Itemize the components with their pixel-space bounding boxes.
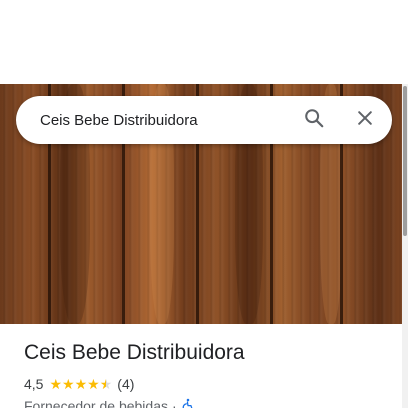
clear-search-button[interactable] bbox=[351, 106, 379, 134]
star-icon: ★ bbox=[49, 376, 63, 392]
star-icon: ★ bbox=[87, 376, 100, 392]
search-box[interactable] bbox=[16, 96, 392, 144]
category-row: Fornecedor de bebidas · bbox=[24, 396, 384, 408]
half-star-icon: ★ bbox=[99, 376, 113, 392]
separator-dot: · bbox=[172, 398, 177, 408]
review-count-link[interactable]: (4) bbox=[117, 376, 134, 392]
rating-stars: ★ ★ ★ ★ ★ bbox=[49, 377, 112, 391]
close-icon bbox=[355, 108, 375, 133]
rating-row[interactable]: 4,5 ★ ★ ★ ★ ★ (4) bbox=[24, 374, 384, 394]
search-button[interactable] bbox=[300, 106, 328, 134]
top-blank-area bbox=[0, 0, 408, 84]
search-input[interactable] bbox=[40, 108, 290, 132]
place-info-panel: Ceis Bebe Distribuidora 4,5 ★ ★ ★ ★ ★ (4… bbox=[24, 338, 384, 408]
search-icon bbox=[303, 107, 325, 134]
rating-value: 4,5 bbox=[24, 376, 44, 392]
star-icon: ★ bbox=[74, 376, 88, 392]
scrollbar-thumb[interactable] bbox=[403, 86, 407, 236]
star-icon: ★ bbox=[62, 376, 75, 392]
place-category[interactable]: Fornecedor de bebidas bbox=[24, 398, 168, 408]
place-title: Ceis Bebe Distribuidora bbox=[24, 341, 245, 364]
wheelchair-icon bbox=[181, 398, 195, 408]
